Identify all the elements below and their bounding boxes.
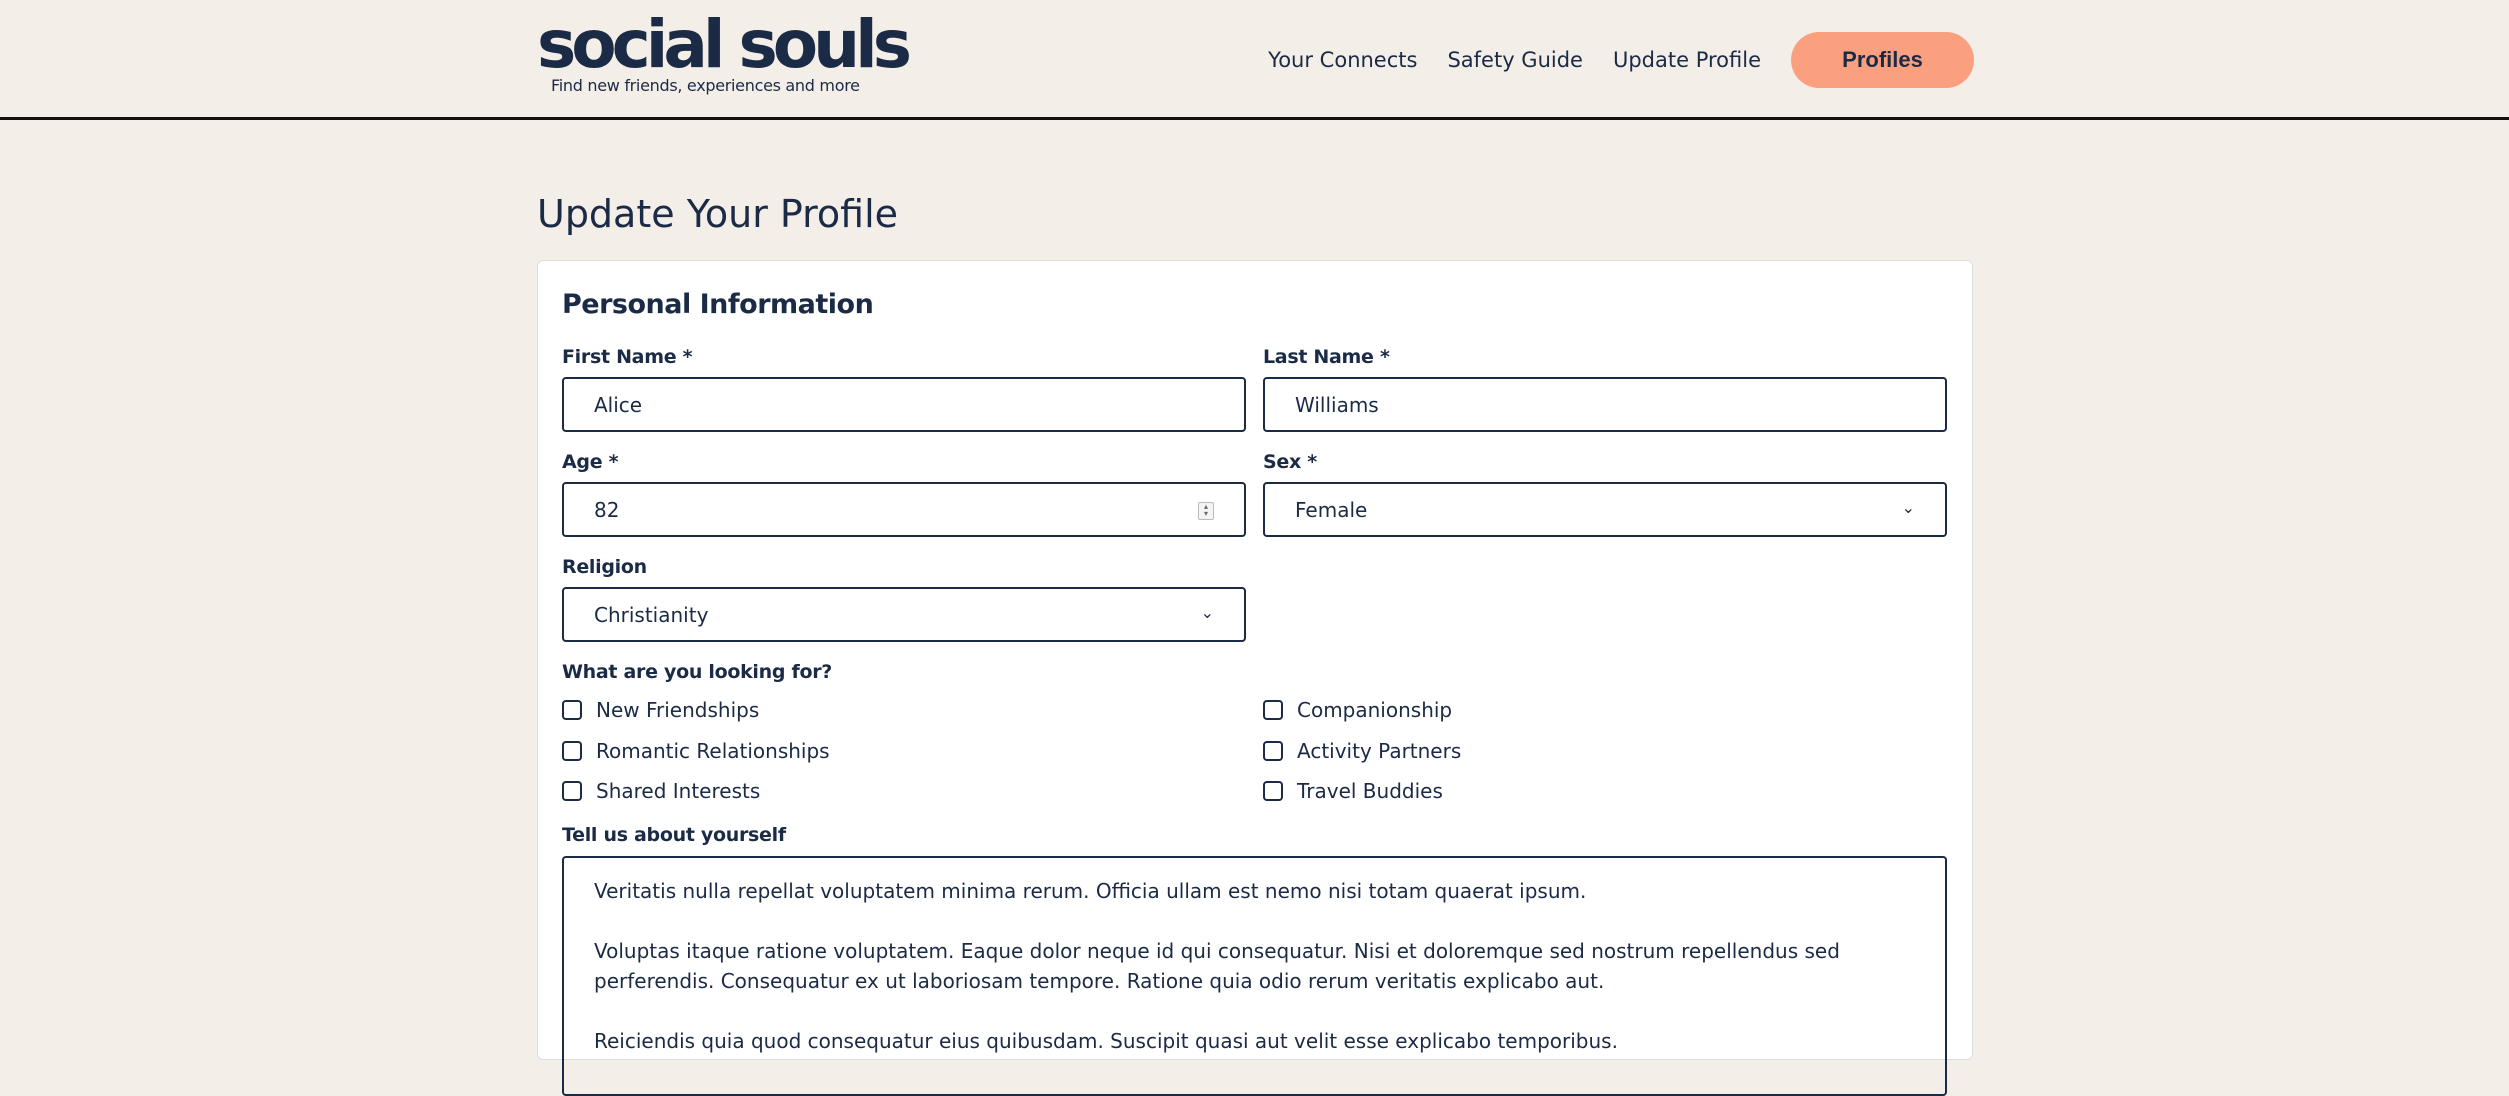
checkbox[interactable] bbox=[562, 781, 582, 801]
age-input[interactable]: 82 ▴ ▾ bbox=[562, 482, 1246, 537]
about-paragraph: Voluptas itaque ratione voluptatem. Eaqu… bbox=[594, 939, 1840, 993]
option-label: Activity Partners bbox=[1297, 739, 1462, 763]
section-title: Personal Information bbox=[562, 289, 874, 320]
chevron-down-icon: ⌄ bbox=[1200, 603, 1214, 622]
sex-value: Female bbox=[1295, 497, 1368, 522]
nav-update-profile[interactable]: Update Profile bbox=[1613, 48, 1761, 72]
first-name-input[interactable]: Alice bbox=[562, 377, 1246, 432]
page-title: Update Your Profile bbox=[537, 192, 899, 236]
option-label: Companionship bbox=[1297, 698, 1453, 722]
option-activity-partners[interactable]: Activity Partners bbox=[1263, 739, 1461, 763]
option-label: Shared Interests bbox=[596, 779, 761, 803]
option-companionship[interactable]: Companionship bbox=[1263, 698, 1452, 722]
about-label: Tell us about yourself bbox=[562, 824, 786, 846]
option-romantic-relationships[interactable]: Romantic Relationships bbox=[562, 739, 830, 763]
religion-value: Christianity bbox=[594, 602, 709, 627]
about-paragraph: Reiciendis quia quod consequatur eius qu… bbox=[594, 1029, 1618, 1053]
about-textarea[interactable]: Veritatis nulla repellat voluptatem mini… bbox=[562, 856, 1947, 1096]
nav-your-connects[interactable]: Your Connects bbox=[1268, 48, 1417, 72]
profile-form-card: Personal Information First Name * Alice … bbox=[537, 260, 1973, 1096]
age-value: 82 bbox=[594, 497, 620, 522]
main-nav: Your Connects Safety Guide Update Profil… bbox=[1268, 30, 1974, 90]
checkbox[interactable] bbox=[562, 741, 582, 761]
option-shared-interests[interactable]: Shared Interests bbox=[562, 779, 760, 803]
checkbox[interactable] bbox=[1263, 741, 1283, 761]
logo[interactable]: social souls Find new friends, experienc… bbox=[537, 6, 912, 96]
option-travel-buddies[interactable]: Travel Buddies bbox=[1263, 779, 1443, 803]
last-name-input[interactable]: Williams bbox=[1263, 377, 1947, 432]
option-label: Romantic Relationships bbox=[596, 739, 830, 763]
chevron-down-icon: ⌄ bbox=[1901, 498, 1915, 517]
first-name-label: First Name * bbox=[562, 346, 693, 368]
checkbox[interactable] bbox=[1263, 700, 1283, 720]
nav-safety-guide[interactable]: Safety Guide bbox=[1447, 48, 1583, 72]
about-paragraph: Veritatis nulla repellat voluptatem mini… bbox=[594, 879, 1587, 903]
last-name-label: Last Name * bbox=[1263, 346, 1390, 368]
site-header: social souls Find new friends, experienc… bbox=[0, 0, 2509, 120]
age-stepper-icon[interactable]: ▴ ▾ bbox=[1198, 502, 1214, 520]
sex-select[interactable]: Female ⌄ bbox=[1263, 482, 1947, 537]
religion-select[interactable]: Christianity ⌄ bbox=[562, 587, 1246, 642]
religion-label: Religion bbox=[562, 556, 647, 578]
option-label: New Friendships bbox=[596, 698, 760, 722]
checkbox[interactable] bbox=[1263, 781, 1283, 801]
age-label: Age * bbox=[562, 451, 619, 473]
option-label: Travel Buddies bbox=[1297, 779, 1443, 803]
profiles-button[interactable]: Profiles bbox=[1791, 32, 1974, 88]
logo-text: social souls bbox=[537, 6, 912, 83]
sex-label: Sex * bbox=[1263, 451, 1317, 473]
checkbox[interactable] bbox=[562, 700, 582, 720]
last-name-value: Williams bbox=[1295, 392, 1379, 417]
looking-for-label: What are you looking for? bbox=[562, 661, 832, 683]
first-name-value: Alice bbox=[594, 392, 643, 417]
logo-tagline: Find new friends, experiences and more bbox=[551, 76, 860, 95]
option-new-friendships[interactable]: New Friendships bbox=[562, 698, 759, 722]
